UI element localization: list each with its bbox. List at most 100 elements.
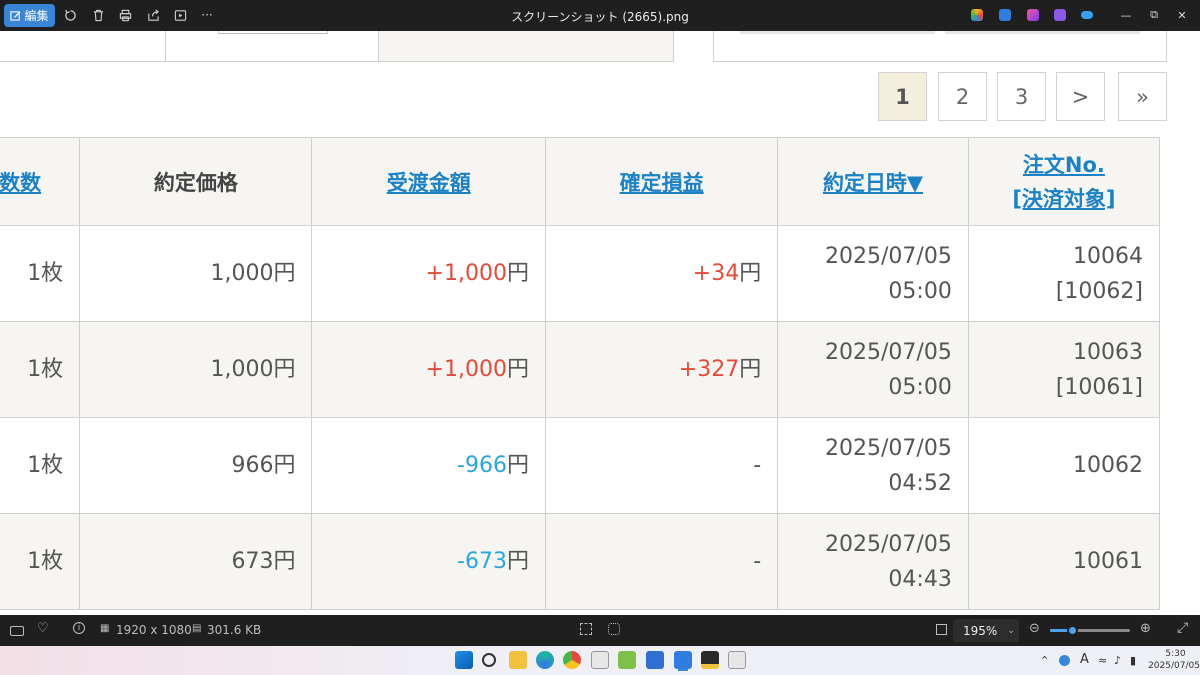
- next-page-button[interactable]: >: [1056, 72, 1105, 121]
- price-cell: 1,000円: [79, 225, 313, 322]
- app-icon[interactable]: [591, 651, 609, 669]
- minimize-icon[interactable]: —: [1116, 6, 1136, 24]
- delivery-amount: +1,000: [425, 357, 507, 382]
- trade-date: 2025/07/05: [825, 531, 952, 557]
- battery-icon[interactable]: ▮: [1130, 654, 1136, 667]
- delivery-unit: 円: [506, 357, 529, 382]
- start-icon[interactable]: [455, 651, 473, 669]
- sort-pnl-link[interactable]: 確定損益: [620, 171, 704, 195]
- clock-time[interactable]: 5:30: [1153, 649, 1198, 659]
- last-page-button[interactable]: »: [1118, 72, 1167, 121]
- delivery-cell: +1,000円: [311, 225, 546, 322]
- delivery-cell: -966円: [311, 417, 546, 514]
- delivery-unit: 円: [506, 261, 529, 286]
- file-explorer-icon[interactable]: [509, 651, 527, 669]
- quantity-cell: 1枚: [0, 321, 81, 418]
- app-icon[interactable]: [646, 651, 664, 669]
- order-number: 10061: [1073, 549, 1143, 574]
- app-icon[interactable]: [701, 651, 719, 669]
- order-cell: 10064 [10062]: [967, 225, 1161, 322]
- fit-view-icon[interactable]: [580, 623, 592, 635]
- chrome-icon[interactable]: [563, 651, 581, 669]
- wifi-icon[interactable]: ≈: [1098, 654, 1107, 667]
- zoom-in-icon[interactable]: ⊕: [1140, 621, 1151, 636]
- header-delivery[interactable]: 受渡金額: [311, 137, 546, 226]
- datetime-cell: 2025/07/05 05:00: [777, 321, 969, 418]
- app-icon[interactable]: [728, 651, 746, 669]
- sort-settle-target-link[interactable]: [決済対象]: [1012, 187, 1115, 211]
- onedrive-icon[interactable]: [1081, 11, 1093, 19]
- settle-target: [10061]: [1055, 374, 1143, 400]
- clock-date[interactable]: 2025/07/05: [1148, 661, 1200, 671]
- pnl-amount: +34: [692, 261, 740, 286]
- copilot-icon[interactable]: [971, 9, 983, 21]
- designer-icon[interactable]: [1054, 9, 1066, 21]
- clipchamp-icon[interactable]: [1027, 9, 1039, 21]
- price-cell: 966円: [79, 417, 313, 514]
- datetime-cell: 2025/07/05 04:52: [777, 417, 969, 514]
- fullscreen-icon[interactable]: ⤢: [1177, 620, 1188, 636]
- delivery-unit: 円: [506, 549, 529, 574]
- top-button-fragment: [740, 31, 935, 34]
- chevron-up-icon[interactable]: ⌃: [1040, 654, 1049, 667]
- restore-icon[interactable]: ⧉: [1144, 6, 1164, 24]
- file-size: 301.6 KB: [207, 623, 262, 637]
- top-panel: [713, 31, 1167, 62]
- trade-time: 05:00: [888, 374, 952, 400]
- pnl-cell: -: [544, 513, 779, 610]
- delivery-amount: -966: [457, 453, 507, 478]
- sort-order-no-link[interactable]: 注文No.: [1023, 153, 1105, 177]
- header-datetime[interactable]: 約定日時▼: [777, 137, 969, 226]
- page-1-button[interactable]: 1: [878, 72, 927, 121]
- edge-icon[interactable]: [536, 651, 554, 669]
- header-quantity[interactable]: 数数: [0, 137, 81, 226]
- screenshot-content: 1 2 3 > » 数数 約定価格 受渡金額 確定損益 約定日時▼ 注文No. [決済対象…: [0, 31, 1200, 615]
- ime-indicator[interactable]: A: [1080, 652, 1089, 667]
- pnl-amount: +327: [678, 357, 740, 382]
- image-size-icon: ▦: [100, 623, 110, 634]
- delivery-cell: -673円: [311, 513, 546, 610]
- tray-app-icon[interactable]: [1059, 655, 1070, 666]
- viewer-toolbar: 編集 ··· スクリーンショット (2665).png — ⧉ ✕: [0, 0, 1200, 31]
- header-order-no[interactable]: 注文No. [決済対象]: [967, 137, 1161, 226]
- actual-size-icon[interactable]: [936, 624, 947, 635]
- header-pnl[interactable]: 確定損益: [544, 137, 779, 226]
- zoom-slider[interactable]: [1050, 625, 1130, 636]
- datetime-cell: 2025/07/05 04:43: [777, 513, 969, 610]
- zoom-value: 195%: [963, 623, 998, 638]
- delivery-amount: +1,000: [425, 261, 507, 286]
- app-icon[interactable]: [618, 651, 636, 669]
- info-icon[interactable]: i: [73, 622, 85, 634]
- zoom-dropdown[interactable]: 195% ⌄: [953, 619, 1019, 642]
- table-row: 1枚 1,000円 +1,000円 +34円 2025/07/05 05:00 10064[…: [0, 225, 1161, 322]
- sort-delivery-link[interactable]: 受渡金額: [387, 171, 471, 195]
- order-number: 10063: [1073, 339, 1143, 365]
- zoom-out-icon[interactable]: ⊝: [1029, 621, 1040, 636]
- zoom-slider-thumb[interactable]: [1067, 625, 1079, 636]
- table-row: 1枚 1,000円 +1,000円 +327円 2025/07/05 05:00 10063…: [0, 321, 1161, 418]
- visual-search-icon[interactable]: [608, 623, 620, 635]
- photos-editor-icon[interactable]: [999, 9, 1011, 21]
- volume-icon[interactable]: ♪: [1114, 654, 1121, 667]
- photos-app-icon[interactable]: [674, 651, 692, 669]
- page-3-button[interactable]: 3: [997, 72, 1046, 121]
- price-cell: 1,000円: [79, 321, 313, 418]
- quantity-cell: 1枚: [0, 417, 81, 514]
- table-row: 1枚 966円 -966円 -2025/07/05 04:52 10062: [0, 417, 1161, 514]
- filmstrip-icon[interactable]: [10, 626, 24, 636]
- top-panel: [0, 31, 166, 62]
- trade-time: 05:00: [888, 278, 952, 304]
- sort-quantity-link[interactable]: 数数: [0, 171, 41, 195]
- trade-date: 2025/07/05: [825, 339, 952, 365]
- page-2-button[interactable]: 2: [938, 72, 987, 121]
- top-panel: [378, 31, 674, 62]
- order-cell: 10063 [10061]: [967, 321, 1161, 418]
- sort-datetime-link[interactable]: 約定日時▼: [823, 171, 923, 195]
- file-size-icon: ▤: [192, 623, 202, 634]
- favorite-icon[interactable]: ♡: [37, 621, 49, 636]
- trade-time: 04:43: [888, 566, 952, 592]
- top-button-fragment: [945, 31, 1140, 34]
- price-cell: 673円: [79, 513, 313, 610]
- close-icon[interactable]: ✕: [1172, 6, 1192, 24]
- search-icon[interactable]: [482, 653, 496, 667]
